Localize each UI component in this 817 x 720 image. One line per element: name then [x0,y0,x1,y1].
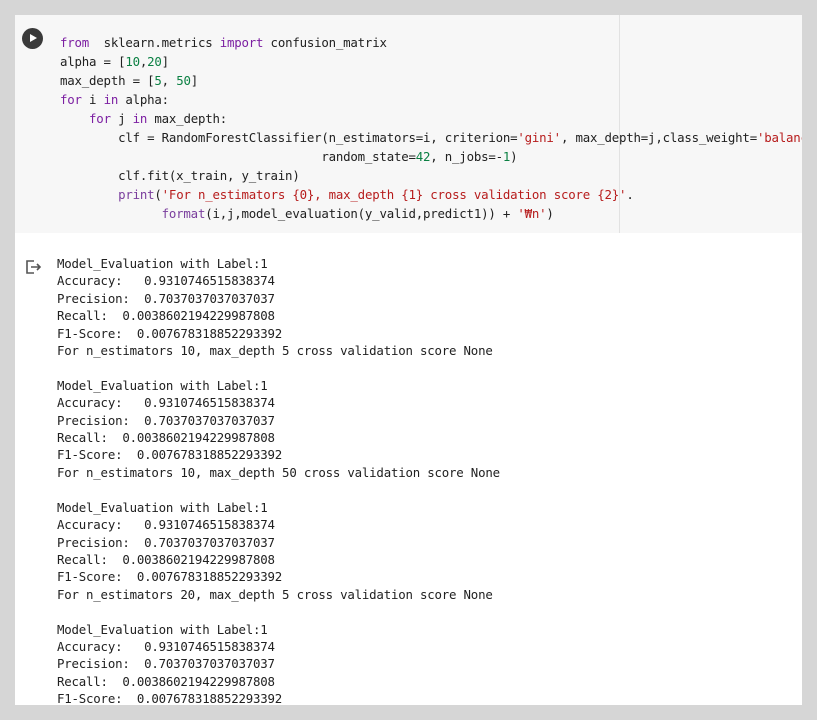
code-line: alpha = [10,20] [60,54,169,69]
code-token: for [89,111,111,126]
notebook-cell: from sklearn.metrics import confusion_ma… [15,15,802,705]
code-token: , [161,73,177,88]
code-token: ) [510,149,518,164]
cell-output: Model_Evaluation with Label:1 Accuracy: … [57,256,500,705]
code-token: , n_jobs=- [430,149,503,164]
code-line: from sklearn.metrics import confusion_ma… [60,35,387,50]
code-line: print('For n_estimators {0}, max_depth {… [60,187,634,202]
code-line: for j in max_depth: [60,111,227,126]
code-token: from [60,35,90,50]
code-line: max_depth = [5, 50] [60,73,198,88]
code-token: 42 [415,149,431,164]
code-token: alpha: [118,92,169,107]
code-token: in [103,92,119,107]
code-token: 50 [176,73,191,88]
code-token: , max_depth=j,class_weight= [560,130,757,145]
code-token: clf.fit(x_train, y_train) [60,168,300,183]
code-token: sklearn.metrics [89,35,220,50]
code-token: 20 [147,54,162,69]
code-token: confusion_matrix [263,35,387,50]
code-line: random_state=42, n_jobs=-1) [60,149,517,164]
code-token: 10 [125,54,140,69]
code-token: 'gini' [517,130,561,145]
code-token: 'balanced' [756,130,802,145]
code-token: . [626,187,634,202]
code-token: (i,j,model_evaluation(y_valid,predict1))… [205,206,518,221]
code-token: ] [161,54,169,69]
code-token: for [60,92,82,107]
code-token: in [132,111,148,126]
code-token: 'For n_estimators {0}, max_depth {1} cro… [161,187,627,202]
code-token: 5 [154,73,162,88]
code-token: i [81,92,104,107]
code-line: clf.fit(x_train, y_train) [60,168,300,183]
code-token: ( [154,187,162,202]
code-token: format [161,206,206,221]
code-token: import [219,35,264,50]
output-redirect-icon[interactable] [25,259,42,275]
code-text[interactable]: from sklearn.metrics import confusion_ma… [60,33,802,223]
code-token: print [118,187,155,202]
code-token: max_depth = [ [60,73,155,88]
code-editor[interactable]: from sklearn.metrics import confusion_ma… [15,15,802,233]
code-token: max_depth: [147,111,227,126]
code-token: ) [546,206,554,221]
code-token: clf = RandomForestClassifier(n_estimator… [60,130,518,145]
code-token: alpha = [ [60,54,126,69]
code-token: ] [190,73,198,88]
code-token: '₩n' [517,206,547,221]
play-icon[interactable] [22,28,43,49]
code-line: clf = RandomForestClassifier(n_estimator… [60,130,802,145]
code-token: j [110,111,133,126]
code-line: format(i,j,model_evaluation(y_valid,pred… [60,206,554,221]
code-token: random_state= [60,149,416,164]
code-line: for i in alpha: [60,92,169,107]
